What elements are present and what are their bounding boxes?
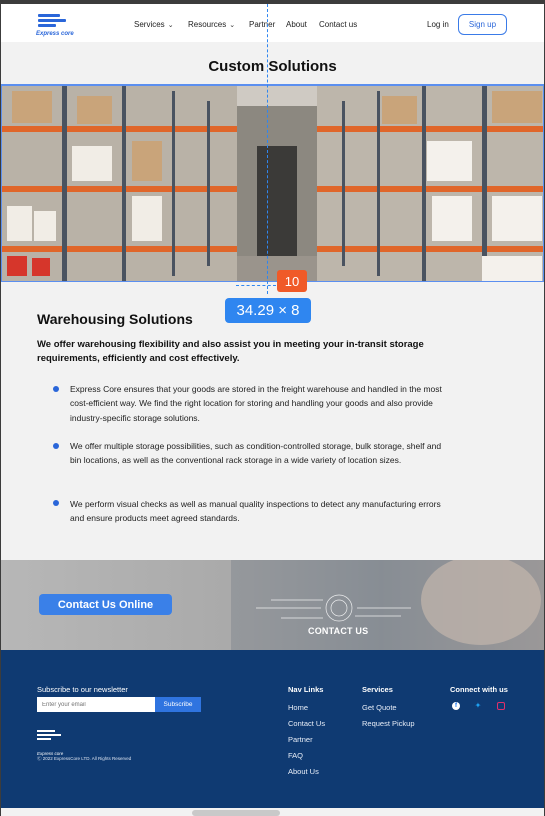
chevron-down-icon: ⌄ <box>229 21 236 29</box>
site-footer: Subscribe to our newsletter Subscribe Ex… <box>1 650 544 808</box>
contact-us-image-caption: CONTACT US <box>308 626 369 636</box>
nav-services[interactable]: Services ⌄ <box>134 20 174 29</box>
twitter-icon[interactable]: ✦ <box>474 702 482 710</box>
nav-links-heading: Nav Links <box>288 685 324 694</box>
nav-contact-us[interactable]: Contact us <box>319 20 357 29</box>
newsletter-email-input[interactable] <box>37 697 155 712</box>
nav-services-label: Services <box>134 20 165 29</box>
nav-partner[interactable]: Partner <box>249 20 275 29</box>
section-lead: We offer warehousing flexibility and als… <box>37 339 424 364</box>
bullet-dot <box>53 500 61 508</box>
selection-guide-top <box>1 84 544 85</box>
facebook-icon[interactable]: f <box>452 702 460 710</box>
connect-heading: Connect with us <box>450 685 508 694</box>
page-title: Custom Solutions <box>208 58 337 75</box>
browser-page: Express core Services ⌄ Resources ⌄ Part… <box>1 4 544 816</box>
section-title: Warehousing Solutions <box>37 311 193 327</box>
bullet-text: We perform visual checks as well as manu… <box>70 499 441 524</box>
services-heading: Services <box>362 685 393 694</box>
subscribe-button[interactable]: Subscribe <box>155 697 201 712</box>
contact-banner: Contact Us Online CONTACT US <box>1 560 544 650</box>
footer-link-get-quote[interactable]: Get Quote <box>362 703 397 712</box>
nav-about-label: About <box>286 20 307 29</box>
footer-link-partner[interactable]: Partner <box>288 735 313 744</box>
nav-contact-label: Contact us <box>319 20 358 29</box>
nav-resources[interactable]: Resources ⌄ <box>188 20 235 29</box>
scroll-handle[interactable] <box>192 810 280 816</box>
bullet-text: We offer multiple storage possibilities,… <box>70 441 442 466</box>
footer-logo[interactable]: Express core <box>37 730 67 756</box>
top-navigation-bar: Express core Services ⌄ Resources ⌄ Part… <box>1 4 544 42</box>
logo-text: Express core <box>36 31 74 37</box>
dimension-measure-badge: 34.29 × 8 <box>225 298 311 323</box>
selection-guide-spacing <box>236 285 276 286</box>
chevron-down-icon: ⌄ <box>167 21 174 29</box>
spacing-measure-badge: 10 <box>277 270 307 292</box>
warehouse-aisle-image <box>1 85 544 282</box>
nav-resources-label: Resources <box>188 20 227 29</box>
signup-button[interactable]: Sign up <box>458 14 507 35</box>
nav-about[interactable]: About <box>286 20 307 29</box>
footer-link-faq[interactable]: FAQ <box>288 751 303 760</box>
selection-guide-center <box>267 4 268 294</box>
footer-link-request-pickup[interactable]: Request Pickup <box>362 719 415 728</box>
footer-link-about-us[interactable]: About Us <box>288 767 319 776</box>
bullet-text: Express Core ensures that your goods are… <box>70 384 442 423</box>
bullet-dot <box>53 386 61 394</box>
nav-partner-label: Partner <box>249 20 276 29</box>
instagram-icon[interactable] <box>497 702 505 710</box>
footer-link-contact-us[interactable]: Contact Us <box>288 719 325 728</box>
copyright-text: Ⓒ 2022 ExpressCore LTD. All Rights Reser… <box>37 756 132 761</box>
contact-us-online-button[interactable]: Contact Us Online <box>39 594 172 615</box>
newsletter-label: Subscribe to our newsletter <box>37 685 128 694</box>
bullet-dot <box>53 443 61 451</box>
footer-link-home[interactable]: Home <box>288 703 308 712</box>
login-link[interactable]: Log in <box>427 20 449 29</box>
express-core-logo[interactable]: Express core <box>36 12 76 38</box>
